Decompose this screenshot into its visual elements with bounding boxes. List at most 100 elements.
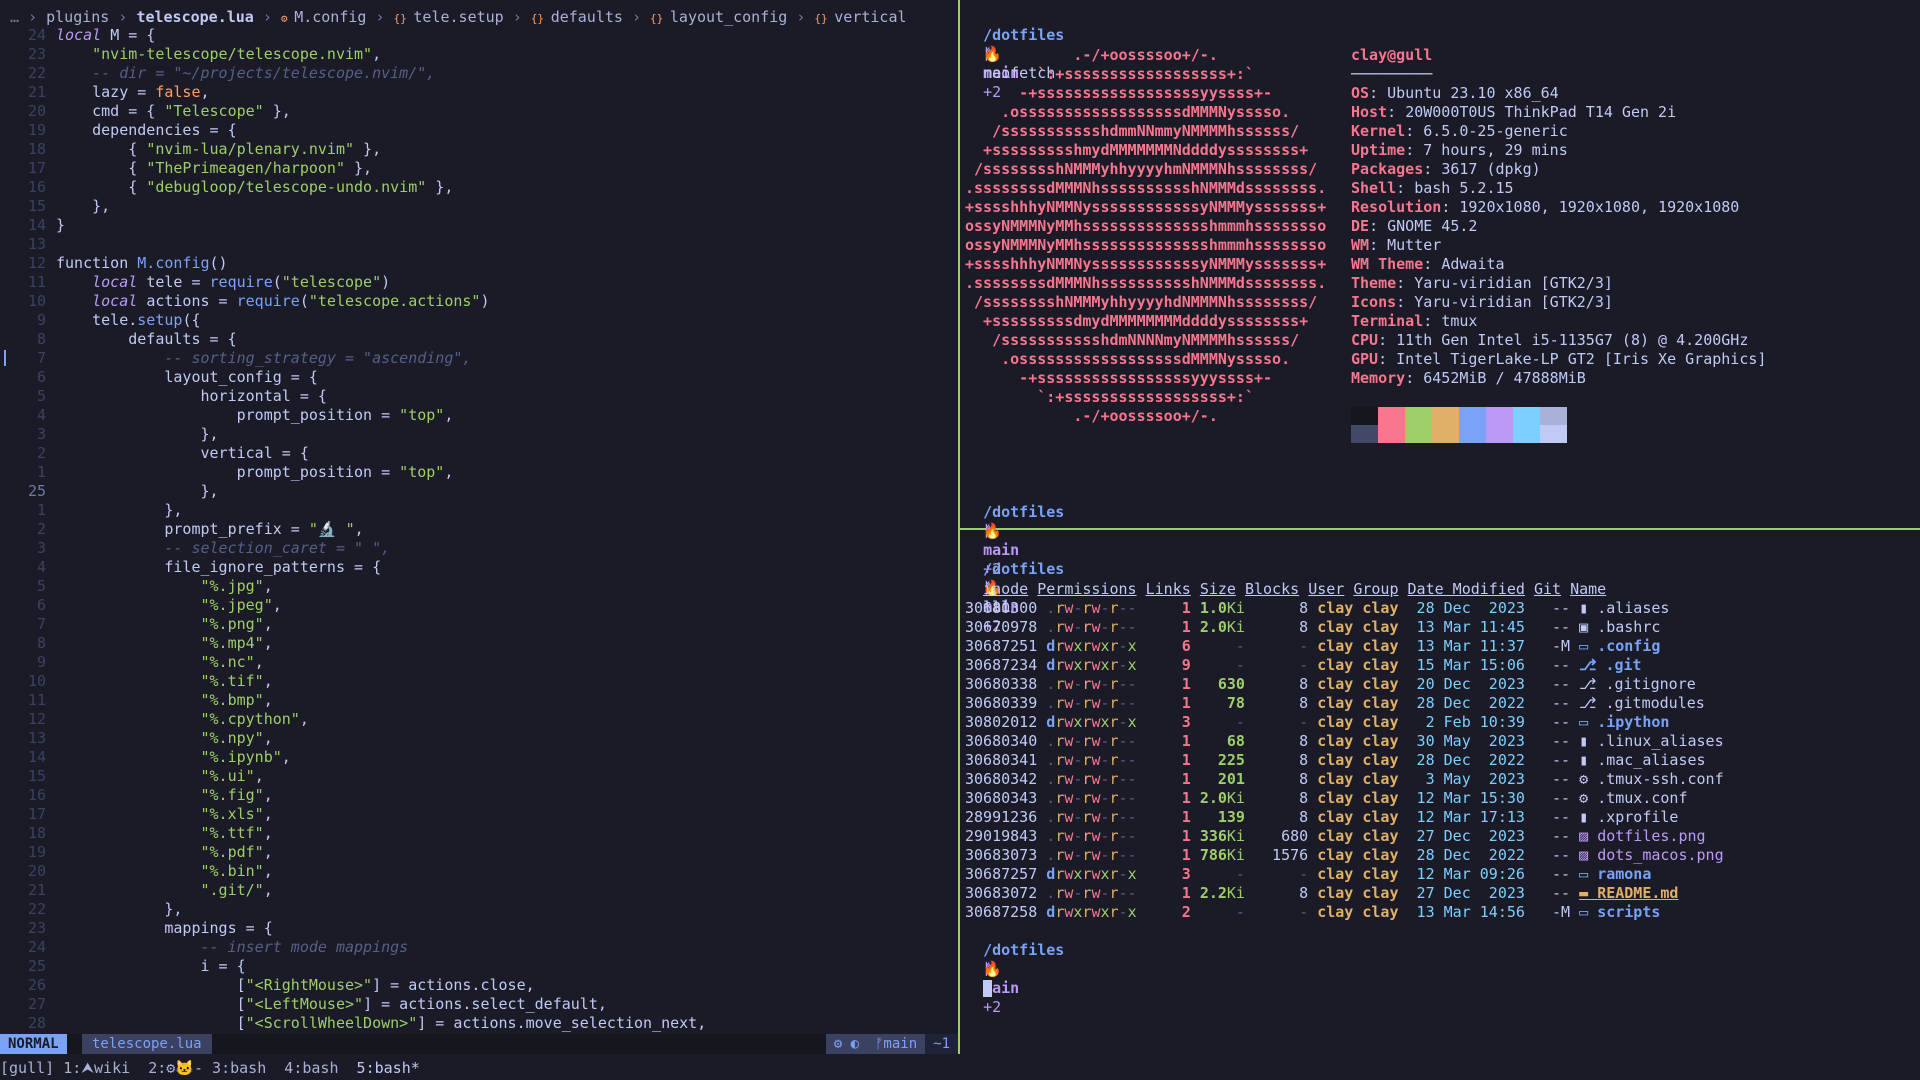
info-row: Memory: 6452MiB / 47888MiB <box>1351 369 1766 388</box>
statusline-filename: telescope.lua <box>82 1034 212 1054</box>
file-name[interactable]: .config <box>1597 637 1660 655</box>
file-name[interactable]: .gitignore <box>1605 675 1695 693</box>
line-number: 23 <box>27 45 46 63</box>
file-name[interactable]: ramona <box>1597 865 1651 883</box>
file-name[interactable]: .tmux.conf <box>1597 789 1687 807</box>
line-number: 14 <box>27 748 46 766</box>
info-sep: : <box>1405 369 1424 387</box>
neovim-editor[interactable]: … › plugins › telescope.lua › ⚙ M.config… <box>0 0 958 1040</box>
tmux-window[interactable]: 4:bash <box>284 1059 356 1077</box>
tmux-window[interactable]: 2:⚙🐱- 3:bash <box>148 1059 284 1077</box>
tmux-window[interactable]: 1:⮝wiki <box>63 1059 148 1077</box>
file-name[interactable]: .ipython <box>1597 713 1669 731</box>
size: 1.0Ki <box>1199 599 1245 617</box>
column-header[interactable]: Git <box>1534 580 1561 598</box>
user: clay <box>1308 618 1354 636</box>
info-value: 6452MiB / 47888MiB <box>1423 369 1586 387</box>
info-value: Adwaita <box>1441 255 1505 273</box>
info-value: 20W000T0US ThinkPad T14 Gen 2i <box>1405 103 1677 121</box>
column-header[interactable]: Group <box>1353 580 1398 598</box>
code-line: 11 local tele = require("telescope") <box>0 273 950 292</box>
blocks: - <box>1244 903 1309 921</box>
column-header[interactable]: Size <box>1200 580 1236 598</box>
group: clay <box>1353 865 1399 883</box>
file-name[interactable]: .bashrc <box>1597 618 1660 636</box>
file-name[interactable]: .xprofile <box>1597 808 1678 826</box>
info-row: GPU: Intel TigerLake-LP GT2 [Iris Xe Gra… <box>1351 350 1766 369</box>
links: 1 <box>1136 789 1191 807</box>
statusline-right: ⚙ ◐ ᚠ main ~1 <box>825 1034 958 1054</box>
info-value: 11th Gen Intel i5-1135G7 (8) @ 4.200GHz <box>1396 331 1749 349</box>
breadcrumb-item[interactable]: plugins <box>46 8 118 26</box>
code-line: 24 -- insert mode mappings <box>0 938 950 957</box>
pane-divider-vertical[interactable] <box>958 0 960 1054</box>
file-name[interactable]: scripts <box>1597 903 1660 921</box>
breadcrumb-item[interactable]: tele.setup <box>413 8 512 26</box>
info-key: Packages <box>1351 160 1424 178</box>
table-row: 30680343 .rw-rw-r-- 1 2.0Ki 8 clay clay … <box>965 789 1724 808</box>
user: clay <box>1308 656 1354 674</box>
user: clay <box>1308 599 1354 617</box>
inode: 30680343 <box>965 789 1047 807</box>
file-name[interactable]: .mac_aliases <box>1597 751 1705 769</box>
git-status: -- <box>1524 618 1580 636</box>
column-header[interactable]: Permissions <box>1037 580 1136 598</box>
code-buffer[interactable]: 24 local M = {23 "nvim-telescope/telescop… <box>0 26 950 1033</box>
date-modified: 28 Dec 2022 <box>1398 694 1525 712</box>
git-icon: ⎇ <box>1579 656 1606 674</box>
column-header[interactable]: Blocks <box>1245 580 1299 598</box>
permissions: drwxrwxr-x <box>1046 713 1137 731</box>
column-header[interactable]: User <box>1308 580 1344 598</box>
links: 1 <box>1136 846 1191 864</box>
date-modified: 28 Dec 2022 <box>1398 846 1525 864</box>
line-number: 20 <box>27 102 46 120</box>
size: 2.0Ki <box>1199 789 1245 807</box>
column-header[interactable]: Links <box>1146 580 1191 598</box>
active-prompt-line[interactable]: 🔥 <box>965 941 1002 997</box>
inode: 30687251 <box>965 637 1047 655</box>
line-number: 23 <box>27 919 46 937</box>
file-name[interactable]: .linux_aliases <box>1597 732 1723 750</box>
info-row: Terminal: tmux <box>1351 312 1766 331</box>
table-row: 29019843 .rw-rw-r-- 1 336Ki 680 clay cla… <box>965 827 1724 846</box>
line-number: 26 <box>27 976 46 994</box>
code-line: 17 { "ThePrimeagen/harpoon" }, <box>0 159 950 178</box>
info-row: WM: Mutter <box>1351 236 1766 255</box>
breadcrumb-item[interactable]: M.config <box>294 8 375 26</box>
column-header[interactable]: Date Modified <box>1408 580 1525 598</box>
pane-divider-horizontal[interactable] <box>960 528 1920 530</box>
file-name[interactable]: .gitmodules <box>1605 694 1704 712</box>
line-number: 14 <box>27 216 46 234</box>
code-line: 2 vertical = { <box>0 444 950 463</box>
group: clay <box>1353 903 1399 921</box>
terminal-cursor[interactable] <box>983 980 993 997</box>
breadcrumb-item[interactable]: vertical <box>834 8 915 26</box>
file-name[interactable]: .aliases <box>1597 599 1669 617</box>
gear-icon: ⚙ <box>1579 789 1598 807</box>
file-name[interactable]: README.md <box>1597 884 1678 902</box>
file-name[interactable]: dotfiles.png <box>1597 827 1705 845</box>
user: clay <box>1308 637 1354 655</box>
line-number: 7 <box>36 615 46 633</box>
file-name[interactable]: .git <box>1605 656 1641 674</box>
group: clay <box>1353 827 1399 845</box>
date-modified: 12 Mar 15:30 <box>1398 789 1525 807</box>
file-name[interactable]: .tmux-ssh.conf <box>1597 770 1723 788</box>
blocks: 8 <box>1244 751 1309 769</box>
git-status: -- <box>1524 713 1580 731</box>
code-line: 4 prompt_position = "top", <box>0 406 950 425</box>
permissions: .rw-rw-r-- <box>1046 789 1137 807</box>
tmux-window[interactable]: 5:bash* <box>357 1059 438 1077</box>
breadcrumb-item[interactable]: defaults <box>551 8 632 26</box>
inode: 30680342 <box>965 770 1047 788</box>
user: clay <box>1308 770 1354 788</box>
column-header[interactable]: Name <box>1570 580 1606 598</box>
column-header[interactable]: inode <box>983 580 1028 598</box>
inode: 30680340 <box>965 732 1047 750</box>
file-name[interactable]: dots_macos.png <box>1597 846 1723 864</box>
code-line: 10 "%.tif", <box>0 672 950 691</box>
table-row: 30680341 .rw-rw-r-- 1 225 8 clay clay 28… <box>965 751 1724 770</box>
links: 1 <box>1136 884 1191 902</box>
breadcrumb-item[interactable]: telescope.lua <box>136 8 262 26</box>
breadcrumb-item[interactable]: layout_config <box>670 8 796 26</box>
